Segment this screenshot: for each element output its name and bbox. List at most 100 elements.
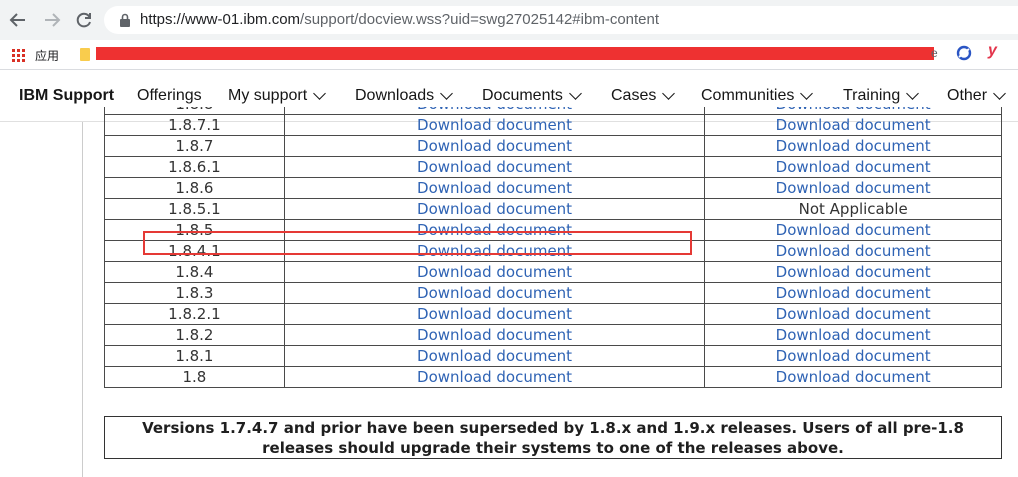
doc-cell-primary: Download document (283, 135, 706, 157)
nav-cases[interactable]: Cases (611, 86, 676, 105)
download-document-link[interactable]: Download document (776, 221, 931, 239)
download-document-link[interactable]: Download document (776, 263, 931, 281)
doc-cell-primary: Download document (283, 261, 706, 283)
chevron-down-icon (993, 86, 1006, 100)
chevron-down-icon (569, 86, 582, 100)
doc-cell-primary: Download document (283, 282, 706, 304)
bookmark-y-icon[interactable]: y (988, 42, 997, 60)
nav-label: My support (228, 87, 308, 104)
download-document-link[interactable]: Download document (776, 242, 931, 260)
lock-icon (120, 13, 130, 27)
doc-cell-secondary: Not Applicable (704, 198, 1002, 220)
doc-cell-primary: Download document (283, 177, 706, 199)
doc-cell-primary: Download document (283, 156, 706, 178)
doc-cell-primary: Download document (283, 345, 706, 367)
download-document-link[interactable]: Download document (417, 263, 572, 281)
table-row: 1.8.8 Download document Download document (104, 107, 1002, 115)
download-document-link[interactable]: Download document (417, 158, 572, 176)
nav-label: Downloads (355, 87, 435, 104)
doc-cell-secondary: Download document (704, 177, 1002, 199)
doc-cell-secondary: Download document (704, 366, 1002, 388)
apps-label[interactable]: 应用 (35, 47, 59, 64)
nav-label: Cases (611, 87, 657, 104)
download-document-link[interactable]: Download document (417, 200, 572, 218)
version-cell: 1.8.3 (104, 282, 285, 304)
arrow-left-icon (9, 13, 25, 27)
reload-icon (76, 12, 91, 28)
address-bar[interactable]: https://www-01.ibm.com/support/docview.w… (104, 6, 1018, 34)
redacted-bookmarks (96, 47, 934, 60)
download-document-link[interactable]: Download document (776, 158, 931, 176)
download-document-link[interactable]: Download document (776, 116, 931, 134)
download-document-link[interactable]: Download document (776, 368, 931, 386)
nav-downloads[interactable]: Downloads (355, 86, 454, 105)
nav-label: Communities (701, 87, 795, 104)
version-cell: 1.8.2.1 (104, 303, 285, 325)
doc-cell-primary: Download document (283, 366, 706, 388)
download-document-link[interactable]: Download document (417, 179, 572, 197)
table-row: 1.8.2.1 Download document Download documen… (104, 303, 1002, 325)
nav-offerings[interactable]: Offerings (137, 87, 202, 105)
download-document-link[interactable]: Download document (776, 305, 931, 323)
table-row: 1.8.7.1 Download document Download documen… (104, 114, 1002, 136)
doc-cell-primary: Download document (283, 114, 706, 136)
reload-button[interactable] (72, 8, 96, 32)
download-document-link[interactable]: Download document (417, 347, 572, 365)
version-cell: 1.8.4 (104, 261, 285, 283)
brand-link[interactable]: IBM Support (19, 87, 114, 105)
doc-cell-primary: Download document (283, 198, 706, 220)
table-row: 1.8.6.1 Download document Download documen… (104, 156, 1002, 178)
table-row: 1.8.1 Download document Download document (104, 345, 1002, 367)
table-row: 1.8.5.1 Download document Not Applicable (104, 198, 1002, 220)
download-document-link[interactable]: Download document (776, 284, 931, 302)
doc-cell-secondary: Download document (704, 324, 1002, 346)
table-row: 1.8.2 Download document Download document (104, 324, 1002, 346)
nav-my-support[interactable]: My support (228, 86, 327, 105)
download-document-link[interactable]: Download document (417, 368, 572, 386)
download-document-link[interactable]: Download document (776, 179, 931, 197)
arrow-right-icon (45, 13, 61, 27)
highlight-box (143, 231, 692, 255)
bookmark-folder-icon[interactable] (80, 48, 90, 61)
browser-toolbar: https://www-01.ibm.com/support/docview.w… (0, 0, 1018, 40)
url-text: https://www-01.ibm.com/support/docview.w… (140, 11, 659, 28)
download-document-link[interactable]: Download document (417, 284, 572, 302)
chevron-down-icon (662, 86, 676, 100)
version-cell: 1.8.6.1 (104, 156, 285, 178)
download-document-link[interactable]: Download document (417, 305, 572, 323)
doc-cell-secondary: Download document (704, 156, 1002, 178)
doc-cell-primary: Download document (283, 107, 706, 115)
doc-cell-secondary: Download document (704, 114, 1002, 136)
bookmark-swirl-icon[interactable] (956, 45, 972, 61)
download-document-link[interactable]: Download document (417, 116, 572, 134)
supersede-note: Versions 1.7.4.7 and prior have been sup… (104, 416, 1002, 459)
apps-grid-icon[interactable] (12, 49, 25, 62)
nav-documents[interactable]: Documents (482, 86, 582, 105)
doc-cell-primary: Download document (283, 303, 706, 325)
url-host: https://www-01.ibm.com (140, 11, 301, 28)
nav-communities[interactable]: Communities (701, 86, 814, 105)
nav-other[interactable]: Other (947, 86, 1006, 105)
download-document-link[interactable]: Download document (776, 137, 931, 155)
forward-button[interactable] (40, 8, 64, 32)
download-document-link[interactable]: Download document (776, 326, 931, 344)
chevron-down-icon (313, 86, 327, 100)
download-document-link[interactable]: Download document (776, 347, 931, 365)
nav-label: Training (843, 87, 901, 104)
table-row: 1.8.3 Download document Download document (104, 282, 1002, 304)
download-document-link[interactable]: Download document (417, 107, 572, 113)
chevron-down-icon (906, 86, 920, 100)
doc-cell-secondary: Download document (704, 345, 1002, 367)
doc-cell-secondary: Download document (704, 240, 1002, 262)
download-document-link[interactable]: Download document (417, 137, 572, 155)
version-cell: 1.8.1 (104, 345, 285, 367)
chevron-down-icon (800, 86, 814, 100)
download-document-link[interactable]: Download document (417, 326, 572, 344)
table-row: 1.8.7 Download document Download document (104, 135, 1002, 157)
doc-cell-secondary: Download document (704, 219, 1002, 241)
download-document-link[interactable]: Download document (776, 107, 931, 113)
version-cell: 1.8.5.1 (104, 198, 285, 220)
back-button[interactable] (6, 8, 30, 32)
bookmark-trailing-text[interactable]: e (931, 46, 938, 60)
nav-training[interactable]: Training (843, 86, 920, 105)
